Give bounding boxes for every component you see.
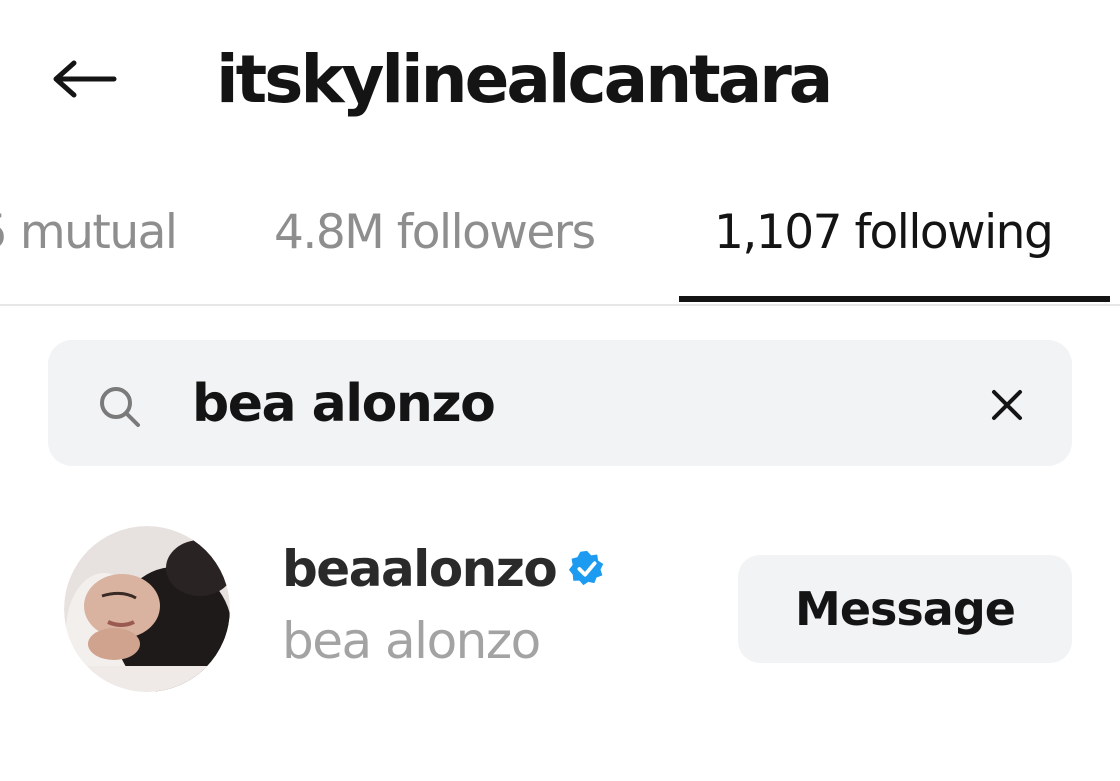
username[interactable]: beaalonzo: [282, 534, 558, 604]
message-button[interactable]: Message: [738, 555, 1072, 663]
verified-badge-icon: [569, 550, 604, 586]
username-line: beaalonzo: [282, 534, 606, 604]
list-item[interactable]: beaalonzo bea alonzo Message: [0, 510, 1120, 710]
full-name: bea alonzo: [282, 612, 541, 670]
tab-followers[interactable]: 4.8M followers: [274, 198, 596, 268]
arrow-left-icon: [53, 60, 117, 98]
clear-search-button[interactable]: [982, 380, 1032, 430]
page-title: itskylinealcantara: [216, 41, 833, 118]
search-icon: [100, 387, 140, 427]
active-tab-indicator: [679, 296, 1110, 302]
search-input[interactable]: [192, 364, 952, 444]
tab-bar: 5 mutual 4.8M followers 1,107 following: [0, 180, 1120, 306]
back-button[interactable]: [44, 46, 124, 112]
close-icon: [992, 390, 1022, 420]
tab-mutual[interactable]: 5 mutual: [0, 198, 178, 268]
tab-following[interactable]: 1,107 following: [714, 198, 1054, 268]
avatar[interactable]: [64, 526, 230, 692]
